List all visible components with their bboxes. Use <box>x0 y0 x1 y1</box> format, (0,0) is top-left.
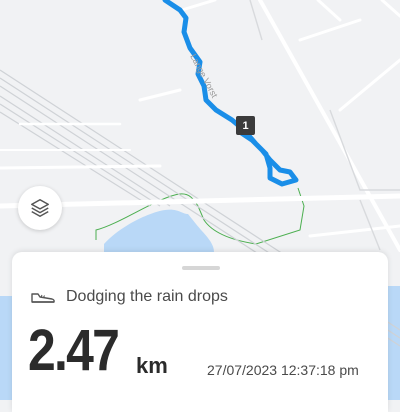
activity-name: Dodging the rain drops <box>66 288 228 305</box>
canal-water-left <box>0 296 12 400</box>
distance-unit: km <box>136 353 168 378</box>
layers-button[interactable] <box>18 186 62 230</box>
drag-handle[interactable] <box>182 266 220 270</box>
distance-value: 2.47 <box>28 318 120 383</box>
activity-sheet[interactable]: Dodging the rain drops 2.47 km 27/07/202… <box>12 252 388 412</box>
shoe-icon <box>31 293 55 303</box>
activity-timestamp: 27/07/2023 12:37:18 pm <box>207 362 359 378</box>
route-marker[interactable]: 1 <box>236 116 255 135</box>
marker-label: 1 <box>242 119 249 132</box>
activity-title-row: Dodging the rain drops <box>30 288 228 306</box>
layers-icon <box>31 199 49 217</box>
canal-water-right <box>388 286 400 400</box>
lake-water <box>104 209 214 252</box>
